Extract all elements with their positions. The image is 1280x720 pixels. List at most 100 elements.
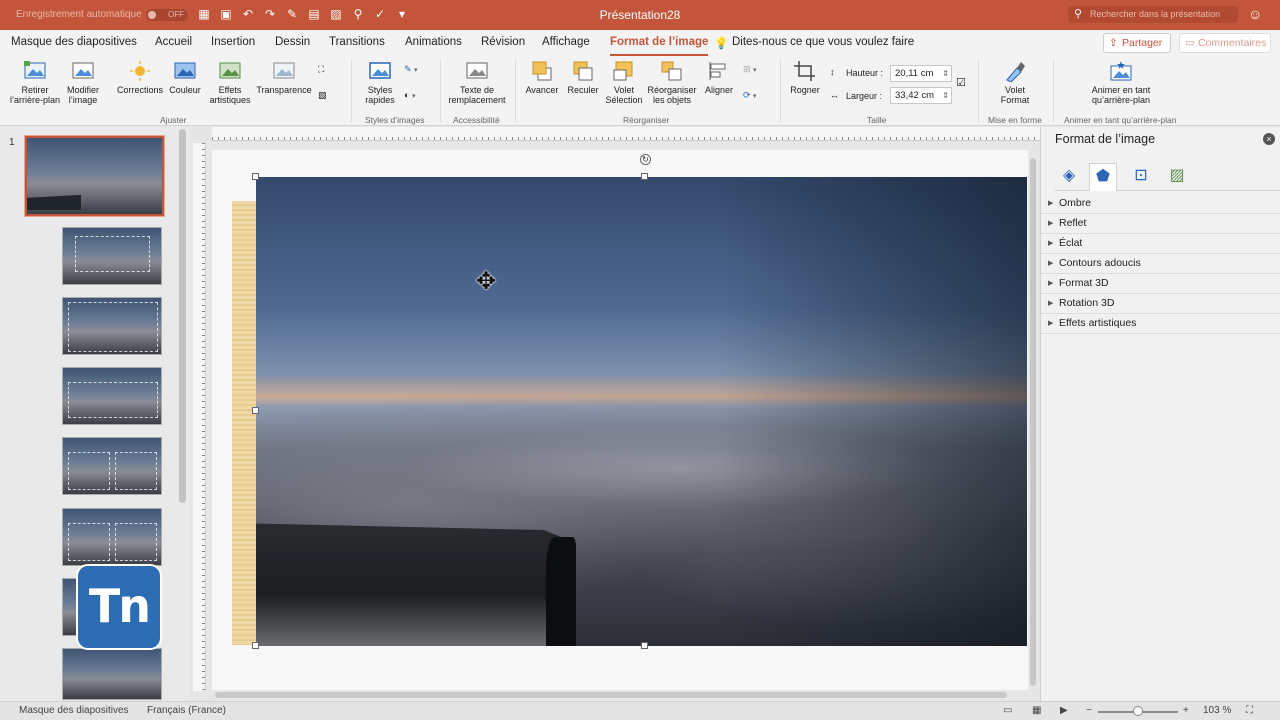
tell-me-bulb-icon: 💡 xyxy=(714,38,729,50)
autosave-toggle[interactable]: OFF xyxy=(146,9,188,21)
thumbnail-layout[interactable] xyxy=(62,367,162,425)
zoom-slider-knob[interactable] xyxy=(1133,706,1143,716)
vertical-ruler[interactable] xyxy=(193,143,206,691)
tab-draw[interactable]: Dessin xyxy=(275,36,310,48)
background-photo-clouds[interactable] xyxy=(256,177,1027,646)
effects-tab-icon[interactable]: ⬟ xyxy=(1089,163,1117,191)
parchment-strip-image[interactable] xyxy=(232,201,256,645)
thumbnail-layout[interactable] xyxy=(62,648,162,700)
tab-review[interactable]: Révision xyxy=(481,36,525,48)
height-field[interactable]: 20,11 cm xyxy=(890,65,952,82)
tab-view[interactable]: Affichage xyxy=(542,36,590,48)
group-format-label: Mise en forme xyxy=(988,115,1042,125)
compress-icon[interactable]: ⛶ xyxy=(318,64,324,75)
align-button[interactable]: Aligner xyxy=(700,60,738,95)
fill-line-tab-icon[interactable]: ◈ xyxy=(1055,163,1083,191)
zoom-out-icon[interactable]: − xyxy=(1086,705,1092,716)
comments-button[interactable]: Commentaires xyxy=(1179,33,1271,53)
section-shadow[interactable]: Ombre xyxy=(1041,194,1280,214)
format-pane-button[interactable]: Volet Format xyxy=(994,60,1036,105)
status-language[interactable]: Français (France) xyxy=(147,705,226,716)
section-soft-edges[interactable]: Contours adoucis xyxy=(1041,254,1280,274)
size-properties-tab-icon[interactable]: ⊡ xyxy=(1127,163,1155,191)
zoom-in-icon[interactable]: + xyxy=(1183,705,1189,716)
selection-pane-label: Volet Sélection xyxy=(605,85,643,105)
table-icon[interactable]: ▤ xyxy=(306,6,322,22)
thumbnail-layout[interactable] xyxy=(62,297,162,355)
image-icon[interactable]: ▨ xyxy=(328,6,344,22)
group-icon[interactable]: ⊞ ▾ xyxy=(743,64,757,75)
sorter-view-icon[interactable]: ▦ xyxy=(1032,705,1041,716)
save-icon[interactable]: ▣ xyxy=(218,6,234,22)
zoom-level[interactable]: 103 % xyxy=(1203,705,1231,716)
section-glow[interactable]: Éclat xyxy=(1041,234,1280,254)
crop-label: Rogner xyxy=(790,85,820,95)
artistic-effects-button[interactable]: Effets artistiques xyxy=(206,60,254,105)
transparency-button[interactable]: Transparence xyxy=(256,60,312,95)
crop-button[interactable]: Rogner xyxy=(786,60,824,95)
tab-transitions[interactable]: Transitions xyxy=(329,36,385,48)
redo-icon[interactable]: ↷ xyxy=(262,6,278,22)
alt-text-button[interactable]: Texte de remplacement xyxy=(446,60,508,105)
rotate-handle-icon[interactable]: ↻ xyxy=(640,154,651,165)
thumbnail-master[interactable] xyxy=(24,135,165,217)
animate-as-background-button[interactable]: Animer en tant qu’arrière-plan xyxy=(1080,60,1162,105)
corrections-button[interactable]: Corrections xyxy=(116,60,164,95)
tab-picture-format[interactable]: Format de l’image xyxy=(610,36,709,56)
undo-icon[interactable]: ↶ xyxy=(240,6,256,22)
picture-border-icon[interactable]: ✎ ▾ xyxy=(404,64,418,75)
height-label: Hauteur : xyxy=(846,68,884,78)
remove-background-button[interactable]: Retirer l’arrière-plan xyxy=(6,60,64,105)
lock-aspect-checkbox[interactable]: ☑ xyxy=(956,76,966,89)
section-artistic-effects[interactable]: Effets artistiques xyxy=(1041,314,1280,334)
resize-handle-bottom[interactable] xyxy=(641,642,648,649)
align-icon xyxy=(709,62,726,80)
canvas-vertical-scrollbar[interactable] xyxy=(1030,158,1036,686)
share-button[interactable]: Partager xyxy=(1103,33,1171,53)
modify-image-button[interactable]: Modifier l’image xyxy=(64,60,102,105)
feedback-smiley-icon[interactable]: ☺ xyxy=(1248,6,1262,22)
group-animate-label: Animer en tant qu’arrière-plan xyxy=(1064,115,1177,125)
quick-styles-button[interactable]: Styles rapides xyxy=(358,60,402,105)
normal-view-icon[interactable]: ▭ xyxy=(1003,705,1012,716)
picture-effects-icon[interactable]: ◐ ▾ xyxy=(404,90,415,100)
tab-home[interactable]: Accueil xyxy=(155,36,192,48)
send-backward-label: Reculer xyxy=(567,85,599,95)
canvas-horizontal-scrollbar[interactable] xyxy=(215,692,1007,698)
section-3d-rotation[interactable]: Rotation 3D xyxy=(1041,294,1280,314)
resize-handle-top[interactable] xyxy=(641,173,648,180)
resize-handle-left[interactable] xyxy=(252,407,259,414)
horizontal-ruler[interactable] xyxy=(212,127,1040,141)
spelling-icon[interactable]: ✓ xyxy=(372,6,388,22)
tell-me-input[interactable]: Dites-nous ce que vous voulez faire xyxy=(732,36,914,48)
section-reflection[interactable]: Reflet xyxy=(1041,214,1280,234)
thumbnail-layout[interactable] xyxy=(62,508,162,566)
thumbnails-scrollbar[interactable] xyxy=(179,129,186,503)
customize-icon[interactable]: ▾ xyxy=(394,6,410,22)
width-field[interactable]: 33,42 cm xyxy=(890,87,952,104)
slides-icon[interactable]: ▦ xyxy=(196,6,212,22)
edit-icon[interactable]: ✎ xyxy=(284,6,300,22)
tab-slide-master[interactable]: Masque des diapositives xyxy=(11,36,137,48)
rotate-icon[interactable]: ⟳ ▾ xyxy=(743,90,757,101)
bring-forward-button[interactable]: Avancer xyxy=(522,60,562,95)
fit-slide-icon[interactable]: ⛶ xyxy=(1246,705,1253,716)
thumbnail-layout[interactable] xyxy=(62,437,162,495)
slideshow-view-icon[interactable]: ▶ xyxy=(1060,705,1068,716)
tab-insert[interactable]: Insertion xyxy=(211,36,255,48)
picture-tab-icon[interactable]: ▨ xyxy=(1163,163,1191,191)
reorder-objects-label: Réorganiser les objets xyxy=(647,85,697,105)
selection-pane-button[interactable]: Volet Sélection xyxy=(604,60,644,105)
resize-handle-bottom-left[interactable] xyxy=(252,642,259,649)
search-input[interactable]: ⚲ Rechercher dans la présentation xyxy=(1068,6,1238,23)
color-button[interactable]: Couleur xyxy=(166,60,204,95)
close-icon[interactable]: × xyxy=(1263,133,1275,145)
send-backward-button[interactable]: Reculer xyxy=(564,60,602,95)
thumbnail-layout[interactable] xyxy=(62,227,162,285)
section-3d-format[interactable]: Format 3D xyxy=(1041,274,1280,294)
resize-handle-top-left[interactable] xyxy=(252,173,259,180)
change-picture-icon[interactable]: ▧ xyxy=(318,90,327,101)
tab-animations[interactable]: Animations xyxy=(405,36,462,48)
reorder-objects-button[interactable]: Réorganiser les objets xyxy=(646,60,698,105)
find-icon[interactable]: ⚲ xyxy=(350,6,366,22)
